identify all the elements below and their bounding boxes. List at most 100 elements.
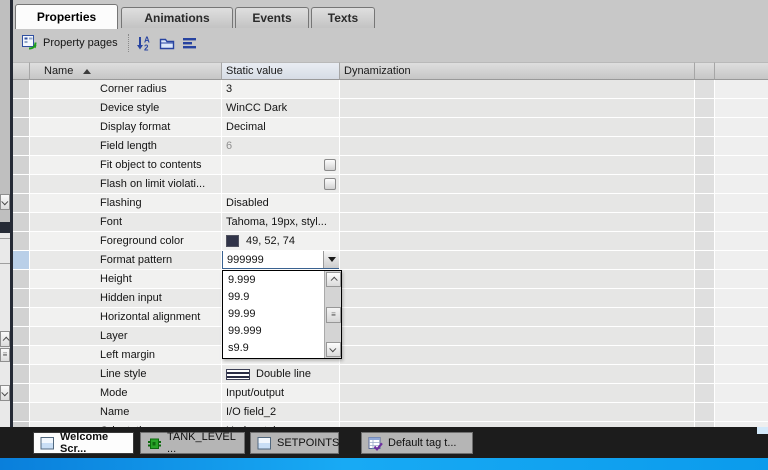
row-selector-cell[interactable]: [13, 327, 29, 345]
combobox-dropdown-button[interactable]: [323, 251, 339, 268]
property-pages-button[interactable]: Property pages: [17, 31, 122, 55]
property-row[interactable]: Format pattern 999999: [13, 251, 768, 269]
property-name-cell[interactable]: Line style: [30, 365, 221, 383]
dynamization-cell[interactable]: [340, 156, 694, 174]
taskbar-button-tank-level[interactable]: TANK_LEVEL ...: [140, 432, 245, 454]
dynamization-cell[interactable]: [340, 80, 694, 98]
dropdown-scroll-down-button[interactable]: [326, 342, 341, 357]
taskbar-button-setpoints[interactable]: SETPOINTS: [250, 432, 339, 454]
row-selector-cell[interactable]: [13, 80, 29, 98]
dropdown-option[interactable]: 9.999: [224, 272, 324, 289]
property-row[interactable]: Layer: [13, 327, 768, 345]
dynamization-cell[interactable]: [340, 289, 694, 307]
row-selector-cell[interactable]: [13, 365, 29, 383]
property-name-cell[interactable]: Fit object to contents: [30, 156, 221, 174]
tab-properties[interactable]: Properties: [15, 4, 118, 29]
property-name-cell[interactable]: Mode: [30, 384, 221, 402]
dynamization-cell[interactable]: [340, 194, 694, 212]
dropdown-scrollbar-thumb[interactable]: ≡: [326, 307, 341, 323]
dynamization-cell[interactable]: [340, 308, 694, 326]
property-value-cell[interactable]: I/O field_2: [222, 403, 339, 421]
property-name-cell[interactable]: Display format: [30, 118, 221, 136]
checkbox-unchecked[interactable]: [324, 178, 336, 190]
property-value-cell[interactable]: [222, 156, 339, 174]
tab-events[interactable]: Events: [235, 7, 309, 28]
dynamization-cell[interactable]: [340, 384, 694, 402]
dynamization-cell[interactable]: [340, 213, 694, 231]
scroll-down-button[interactable]: [0, 385, 10, 401]
property-row[interactable]: Font Tahoma, 19px, styl...: [13, 213, 768, 231]
list-view-icon[interactable]: [182, 34, 199, 51]
dynamization-cell[interactable]: [340, 270, 694, 288]
row-selector-cell[interactable]: [13, 384, 29, 402]
property-row[interactable]: Field length 6: [13, 137, 768, 155]
property-value-cell[interactable]: Input/output: [222, 384, 339, 402]
property-name-cell[interactable]: Left margin: [30, 346, 221, 364]
property-row[interactable]: Corner radius 3: [13, 80, 768, 98]
dynamization-cell[interactable]: [340, 175, 694, 193]
taskbar-button-default-tag-t[interactable]: Default tag t...: [361, 432, 473, 454]
property-row[interactable]: Fit object to contents: [13, 156, 768, 174]
row-selector-cell[interactable]: [13, 194, 29, 212]
property-name-cell[interactable]: Field length: [30, 137, 221, 155]
property-value-cell[interactable]: WinCC Dark: [222, 99, 339, 117]
dynamization-cell[interactable]: [340, 403, 694, 421]
property-row[interactable]: Device style WinCC Dark: [13, 99, 768, 117]
property-value-cell[interactable]: 3: [222, 80, 339, 98]
property-row[interactable]: Name I/O field_2: [13, 403, 768, 421]
property-value-cell[interactable]: 999999: [222, 251, 339, 269]
row-selector-cell[interactable]: [13, 346, 29, 364]
row-selector-cell[interactable]: [13, 308, 29, 326]
property-name-cell[interactable]: Layer: [30, 327, 221, 345]
scrollbar-thumb[interactable]: ≡: [0, 348, 10, 362]
property-row[interactable]: Foreground color 49, 52, 74: [13, 232, 768, 250]
dynamization-cell[interactable]: [340, 327, 694, 345]
property-value-cell[interactable]: Double line: [222, 365, 339, 383]
property-value-cell[interactable]: Tahoma, 19px, styl...: [222, 213, 339, 231]
dropdown-option[interactable]: 99.999: [224, 323, 324, 340]
dynamization-cell[interactable]: [340, 118, 694, 136]
row-selector-cell[interactable]: [13, 99, 29, 117]
dropdown-option[interactable]: 99.99: [224, 306, 324, 323]
dynamization-cell[interactable]: [340, 346, 694, 364]
property-row[interactable]: Height: [13, 270, 768, 288]
property-value-cell[interactable]: Disabled: [222, 194, 339, 212]
property-row[interactable]: Flashing Disabled: [13, 194, 768, 212]
row-selector-cell[interactable]: [13, 403, 29, 421]
checkbox-unchecked[interactable]: [324, 159, 336, 171]
property-name-cell[interactable]: Device style: [30, 99, 221, 117]
property-row[interactable]: Hidden input: [13, 289, 768, 307]
dropdown-option[interactable]: 99.9: [224, 289, 324, 306]
property-value-cell[interactable]: Decimal: [222, 118, 339, 136]
row-selector-cell[interactable]: [13, 232, 29, 250]
row-selector-cell[interactable]: [13, 289, 29, 307]
column-header-static-value[interactable]: Static value: [222, 62, 340, 80]
dynamization-cell[interactable]: [340, 365, 694, 383]
property-name-cell[interactable]: Name: [30, 403, 221, 421]
scroll-up-button[interactable]: [0, 331, 10, 347]
property-row[interactable]: Horizontal alignment: [13, 308, 768, 326]
property-name-cell[interactable]: Flash on limit violati...: [30, 175, 221, 193]
dynamization-cell[interactable]: [340, 232, 694, 250]
property-name-cell[interactable]: Format pattern: [30, 251, 221, 269]
property-row[interactable]: Mode Input/output: [13, 384, 768, 402]
property-row[interactable]: Flash on limit violati...: [13, 175, 768, 193]
dropdown-option[interactable]: s9.9: [224, 340, 324, 357]
column-header-dynamization[interactable]: Dynamization: [340, 62, 695, 80]
color-swatch[interactable]: [226, 235, 239, 247]
property-row[interactable]: Line style Double line: [13, 365, 768, 383]
property-name-cell[interactable]: Hidden input: [30, 289, 221, 307]
property-name-cell[interactable]: Foreground color: [30, 232, 221, 250]
dropdown-scroll-up-button[interactable]: [326, 272, 341, 287]
folder-view-icon[interactable]: [159, 34, 176, 51]
tab-animations[interactable]: Animations: [121, 7, 233, 28]
property-name-cell[interactable]: Flashing: [30, 194, 221, 212]
scroll-down-button[interactable]: [0, 194, 10, 210]
property-value-cell[interactable]: 6: [222, 137, 339, 155]
property-row[interactable]: Display format Decimal: [13, 118, 768, 136]
property-name-cell[interactable]: Font: [30, 213, 221, 231]
property-value-cell[interactable]: [222, 175, 339, 193]
row-selector-cell[interactable]: [13, 251, 29, 269]
dynamization-cell[interactable]: [340, 137, 694, 155]
row-selector-cell[interactable]: [13, 270, 29, 288]
